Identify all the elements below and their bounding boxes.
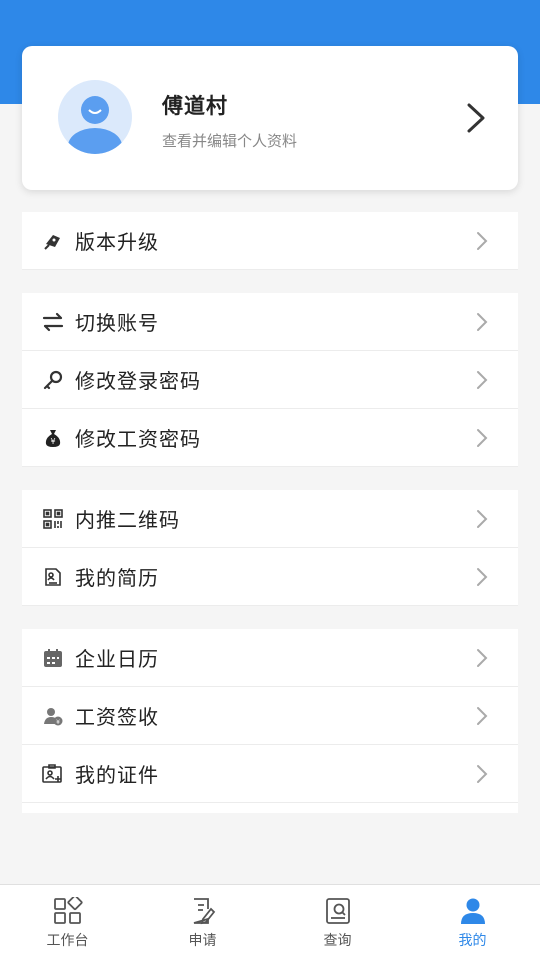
- menu-group-account: 切换账号 修改登录密码 ¥ 修改工资密码: [22, 293, 518, 467]
- menu-item-label: 我的简历: [75, 566, 159, 590]
- menu-item-change-login-password[interactable]: 修改登录密码: [22, 351, 518, 409]
- tab-label: 查询: [323, 933, 352, 949]
- id-card-icon: [42, 763, 64, 785]
- search-document-icon: [325, 898, 350, 924]
- menu-item-salary-receipt[interactable]: ¥ 工资签收: [22, 687, 518, 745]
- tab-label: 工作台: [46, 933, 89, 949]
- menu-item-label: 切换账号: [75, 311, 159, 335]
- menu-item-label: 内推二维码: [75, 508, 180, 532]
- tab-mine[interactable]: 我的: [405, 885, 540, 960]
- key-icon: [42, 369, 64, 391]
- chevron-right-icon: [476, 706, 488, 730]
- chevron-right-icon: [476, 764, 488, 788]
- rocket-icon: [42, 230, 64, 252]
- menu-item-label: 修改工资密码: [75, 427, 201, 451]
- chevron-right-icon: [476, 567, 488, 591]
- chevron-right-icon: [476, 428, 488, 452]
- menu-item-referral-qrcode[interactable]: 内推二维码: [22, 490, 518, 548]
- resume-icon: [42, 566, 64, 588]
- bottom-tab-bar: 工作台 申请 查询 我的: [0, 884, 540, 960]
- salary-receipt-icon: ¥: [42, 705, 64, 727]
- chevron-right-icon: [466, 102, 486, 138]
- money-bag-icon: ¥: [42, 427, 64, 449]
- edit-document-icon: [193, 898, 215, 925]
- menu-group-recruit: 内推二维码 我的简历: [22, 490, 518, 606]
- tab-query[interactable]: 查询: [270, 885, 405, 960]
- menu-item-label: 工资签收: [75, 705, 159, 729]
- chevron-right-icon: [476, 648, 488, 672]
- user-icon: [460, 898, 485, 924]
- profile-card[interactable]: 傅道村 查看并编辑个人资料: [22, 46, 518, 190]
- menu-item-my-certificates[interactable]: 我的证件: [22, 745, 518, 803]
- menu-item-change-salary-password[interactable]: ¥ 修改工资密码: [22, 409, 518, 467]
- calendar-icon: [42, 647, 64, 669]
- chevron-right-icon: [476, 509, 488, 533]
- avatar[interactable]: [58, 80, 132, 154]
- grid-icon: [53, 897, 83, 924]
- qrcode-icon: [42, 508, 64, 530]
- menu-item-switch-account[interactable]: 切换账号: [22, 293, 518, 351]
- tab-apply[interactable]: 申请: [135, 885, 270, 960]
- profile-subtitle: 查看并编辑个人资料: [162, 132, 298, 150]
- swap-icon: [42, 311, 64, 333]
- chevron-right-icon: [476, 312, 488, 336]
- menu-item-version-upgrade[interactable]: 版本升级: [22, 212, 518, 270]
- svg-text:¥: ¥: [50, 437, 55, 446]
- menu-item-label: 企业日历: [75, 647, 159, 671]
- tab-label: 申请: [188, 933, 217, 949]
- menu-item-company-calendar[interactable]: 企业日历: [22, 629, 518, 687]
- group-bottom-padding: [22, 803, 518, 813]
- svg-text:¥: ¥: [56, 719, 60, 726]
- menu-item-label: 版本升级: [75, 230, 159, 254]
- chevron-right-icon: [476, 231, 488, 255]
- menu-item-my-resume[interactable]: 我的简历: [22, 548, 518, 606]
- profile-name: 傅道村: [162, 94, 228, 118]
- menu-group-upgrade: 版本升级: [22, 212, 518, 270]
- menu-item-label: 修改登录密码: [75, 369, 201, 393]
- tab-label: 我的: [458, 933, 487, 949]
- tab-workbench[interactable]: 工作台: [0, 885, 135, 960]
- chevron-right-icon: [476, 370, 488, 394]
- avatar-icon: [68, 96, 122, 154]
- menu-group-company: 企业日历 ¥ 工资签收 我的证件: [22, 629, 518, 813]
- menu-item-label: 我的证件: [75, 763, 159, 787]
